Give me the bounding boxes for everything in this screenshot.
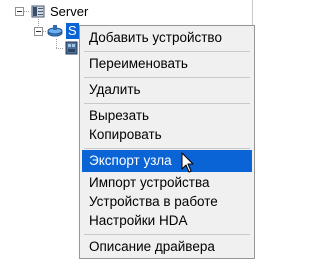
network-icon <box>47 25 63 37</box>
server-icon <box>31 5 45 18</box>
mouse-pointer-icon <box>181 152 194 173</box>
menu-separator <box>84 234 250 235</box>
menu-item-rename[interactable]: Переименовать <box>82 53 252 75</box>
menu-separator <box>84 103 250 104</box>
menu-item-delete[interactable]: Удалить <box>82 79 252 101</box>
context-menu: Добавить устройство Переименовать Удалит… <box>79 25 255 259</box>
tree-node-server[interactable]: Server <box>50 4 88 19</box>
device-icon[interactable] <box>64 40 80 56</box>
menu-separator <box>84 148 250 149</box>
menu-separator <box>84 77 250 78</box>
tree-connector <box>24 11 29 12</box>
menu-separator <box>84 51 250 52</box>
menu-item-hda-settings[interactable]: Настройки HDA <box>82 210 252 232</box>
tree-node-selected[interactable]: S <box>65 22 80 40</box>
menu-item-export-node[interactable]: Экспорт узла <box>82 150 252 172</box>
collapse-icon[interactable] <box>15 7 24 16</box>
menu-item-driver-description[interactable]: Описание драйвера <box>82 236 252 258</box>
menu-item-add-device[interactable]: Добавить устройство <box>82 27 252 49</box>
collapse-icon[interactable] <box>34 27 43 36</box>
tree-connector <box>56 48 64 49</box>
screen: Server S Добавить устройство Переименова… <box>0 0 255 259</box>
menu-item-copy[interactable]: Копировать <box>82 124 252 146</box>
